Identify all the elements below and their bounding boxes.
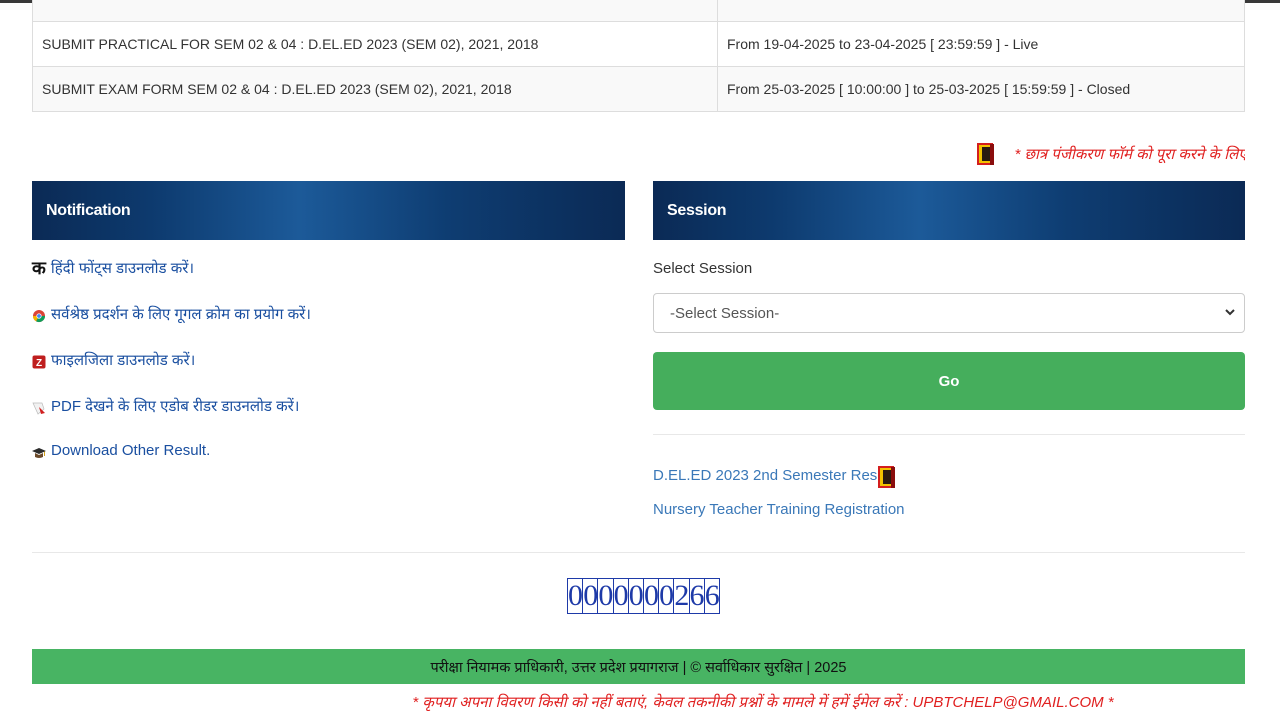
counter-digit: 2 xyxy=(674,579,690,613)
list-item: Z फाइलजिला डाउनलोड करें। xyxy=(32,346,612,392)
table-row: SUBMIT PRACTICAL FOR SEM 02 & 04 : D.EL.… xyxy=(32,21,1245,67)
footer-bar: परीक्षा नियामक प्राधिकारी, उत्तर प्रदेश … xyxy=(32,649,1245,684)
counter-digit: 0 xyxy=(643,579,660,613)
schedule-item: SUBMIT PRACTICAL FOR SEM 02 & 04 : D.EL.… xyxy=(32,21,718,67)
list-item: सर्वश्रेष्ठ प्रदर्शन के लिए गूगल क्रोम क… xyxy=(32,300,612,346)
chrome-link[interactable]: सर्वश्रेष्ठ प्रदर्शन के लिए गूगल क्रोम क… xyxy=(51,304,311,324)
list-item: क हिंदी फोंट्स डाउनलोड करें। xyxy=(32,254,612,300)
book-icon xyxy=(878,466,895,488)
table-cell xyxy=(32,0,718,22)
notification-title: Notification xyxy=(46,201,131,219)
notification-header: Notification xyxy=(32,181,625,240)
schedule-dates: From 19-04-2025 to 23-04-2025 [ 23:59:59… xyxy=(717,21,1245,67)
session-select[interactable]: -Select Session- xyxy=(653,293,1245,333)
graduation-cap-icon xyxy=(32,448,46,458)
chevron-down-icon xyxy=(1225,309,1235,316)
session-header: Session xyxy=(653,181,1245,240)
counter-digit: 0 xyxy=(628,579,644,613)
counter-digit: 0 xyxy=(598,579,614,613)
schedule-table: SUBMIT PRACTICAL FOR SEM 02 & 04 : D.EL.… xyxy=(32,0,1245,112)
schedule-item: SUBMIT EXAM FORM SEM 02 & 04 : D.EL.ED 2… xyxy=(32,66,718,112)
list-item: Download Other Result. xyxy=(32,438,612,484)
schedule-dates: From 25-03-2025 [ 10:00:00 ] to 25-03-20… xyxy=(717,66,1245,112)
deled-result-link[interactable]: D.EL.ED 2023 2nd Semester Result xyxy=(653,467,893,484)
hindi-font-icon: क xyxy=(32,258,46,278)
filezilla-icon: Z xyxy=(32,355,46,369)
table-row xyxy=(32,0,1245,22)
session-select-value: -Select Session- xyxy=(670,304,780,322)
adobe-reader-link[interactable]: PDF देखने के लिए एडोब रीडर डाउनलोड करें। xyxy=(51,396,299,416)
svg-text:Z: Z xyxy=(36,358,42,369)
hindi-fonts-link[interactable]: हिंदी फोंट्स डाउनलोड करें। xyxy=(51,258,194,278)
counter-digit: 0 xyxy=(583,579,599,613)
list-item: PDF देखने के लिए एडोब रीडर डाउनलोड करें। xyxy=(32,392,612,438)
book-icon xyxy=(977,143,994,165)
adobe-reader-icon xyxy=(32,402,45,415)
chrome-icon xyxy=(33,310,45,323)
counter-digit: 0 xyxy=(613,579,629,613)
other-result-link[interactable]: Download Other Result. xyxy=(51,442,210,459)
counter-digit: 0 xyxy=(568,579,584,613)
table-cell xyxy=(717,0,1245,22)
divider xyxy=(653,434,1245,435)
select-session-label: Select Session xyxy=(653,260,753,277)
scrolling-notice[interactable]: * छात्र पंजीकरण फॉर्म को पूरा करने के लि… xyxy=(976,141,1245,169)
visitor-counter: 0 0 0 0 0 0 0 2 6 6 xyxy=(567,578,720,614)
counter-digit: 6 xyxy=(689,579,705,613)
counter-digit: 0 xyxy=(659,579,675,613)
counter-digit: 6 xyxy=(704,579,720,612)
notice-text: * छात्र पंजीकरण फॉर्म को पूरा करने के लि… xyxy=(1014,146,1245,163)
divider xyxy=(32,552,1245,553)
ntt-registration-link[interactable]: Nursery Teacher Training Registration xyxy=(653,501,905,518)
table-row: SUBMIT EXAM FORM SEM 02 & 04 : D.EL.ED 2… xyxy=(32,66,1245,112)
go-button[interactable]: Go xyxy=(653,352,1245,410)
filezilla-link[interactable]: फाइलजिला डाउनलोड करें। xyxy=(51,350,195,370)
notification-list: क हिंदी फोंट्स डाउनलोड करें। सर्वश्रेष्ठ… xyxy=(32,254,612,484)
footer-note: * कृपया अपना विवरण किसी को नहीं बताएं, क… xyxy=(412,694,1114,711)
session-title: Session xyxy=(667,201,727,219)
footer-text: परीक्षा नियामक प्राधिकारी, उत्तर प्रदेश … xyxy=(430,659,847,676)
